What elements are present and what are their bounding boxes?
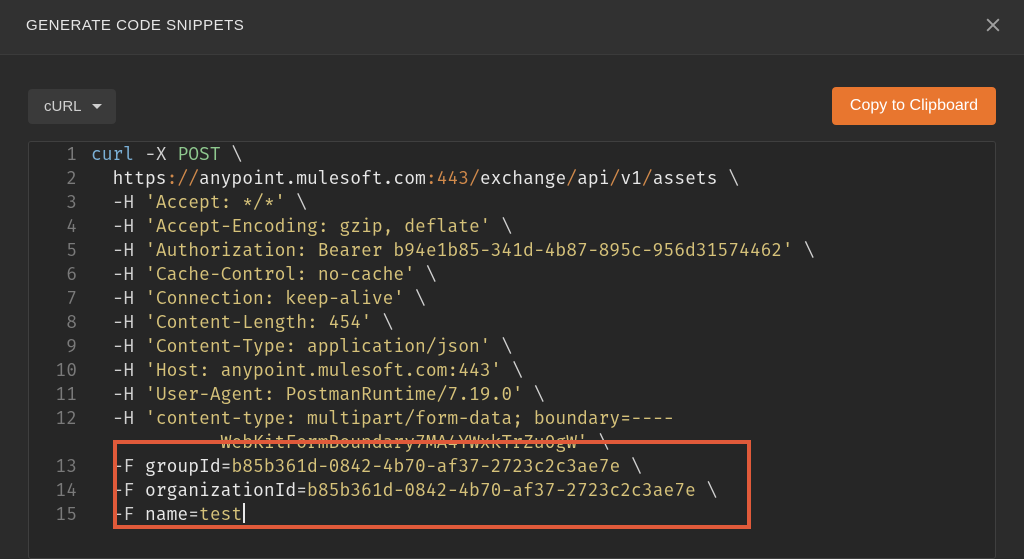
code-line: 8 -H 'Content-Length: 454' \ — [29, 310, 995, 334]
code-snippet-modal: GENERATE CODE SNIPPETS cURL Copy to Clip… — [0, 0, 1024, 559]
code-text: -H 'Connection: keep-alive' \ — [91, 286, 995, 310]
code-text: -H 'Cache-Control: no-cache' \ — [91, 262, 995, 286]
code-line: 10 -H 'Host: anypoint.mulesoft.com:443' … — [29, 358, 995, 382]
line-number: 9 — [29, 334, 91, 358]
modal-header: GENERATE CODE SNIPPETS — [0, 0, 1024, 55]
close-icon — [983, 15, 1003, 35]
modal-title: GENERATE CODE SNIPPETS — [26, 17, 244, 34]
code-editor[interactable]: 1curl -X POST \2 https://anypoint.muleso… — [28, 141, 996, 559]
code-text: https://anypoint.mulesoft.com:443/exchan… — [91, 166, 995, 190]
line-number: 12 — [29, 406, 91, 430]
code-text: -H 'User-Agent: PostmanRuntime/7.19.0' \ — [91, 382, 995, 406]
code-line: 1curl -X POST \ — [29, 142, 995, 166]
code-text: -H 'Accept: */*' \ — [91, 190, 995, 214]
chevron-down-icon — [92, 104, 102, 109]
close-button[interactable] — [982, 14, 1004, 36]
code-line: 14 -F organizationId=b85b361d-0842-4b70-… — [29, 478, 995, 502]
code-line: 3 -H 'Accept: */*' \ — [29, 190, 995, 214]
code-line: 11 -H 'User-Agent: PostmanRuntime/7.19.0… — [29, 382, 995, 406]
language-dropdown[interactable]: cURL — [28, 89, 116, 124]
line-number: 11 — [29, 382, 91, 406]
code-text: -H 'Authorization: Bearer b94e1b85-341d-… — [91, 238, 995, 262]
line-number: 14 — [29, 478, 91, 502]
code-text: -H 'Content-Length: 454' \ — [91, 310, 995, 334]
line-number: 6 — [29, 262, 91, 286]
code-line: 5 -H 'Authorization: Bearer b94e1b85-341… — [29, 238, 995, 262]
line-number: 3 — [29, 190, 91, 214]
code-text: -H 'Content-Type: application/json' \ — [91, 334, 995, 358]
line-number: 15 — [29, 502, 91, 526]
code-text: -F name=test — [91, 502, 995, 526]
code-text: -H 'Host: anypoint.mulesoft.com:443' \ — [91, 358, 995, 382]
line-number: 4 — [29, 214, 91, 238]
line-number: 10 — [29, 358, 91, 382]
code-line: WebKitFormBoundary7MA4YWxkTrZu0gW' \ — [29, 430, 995, 454]
copy-button-label: Copy to Clipboard — [850, 97, 978, 114]
code-content: 1curl -X POST \2 https://anypoint.muleso… — [29, 142, 995, 536]
code-text: -H 'Accept-Encoding: gzip, deflate' \ — [91, 214, 995, 238]
line-number: 8 — [29, 310, 91, 334]
modal-toolbar: cURL Copy to Clipboard — [0, 55, 1024, 141]
line-number: 5 — [29, 238, 91, 262]
code-line: 9 -H 'Content-Type: application/json' \ — [29, 334, 995, 358]
code-line: 13 -F groupId=b85b361d-0842-4b70-af37-27… — [29, 454, 995, 478]
code-text: -H 'content-type: multipart/form-data; b… — [91, 406, 995, 430]
code-text: -F groupId=b85b361d-0842-4b70-af37-2723c… — [91, 454, 995, 478]
code-line: 15 -F name=test — [29, 502, 995, 526]
code-line: 7 -H 'Connection: keep-alive' \ — [29, 286, 995, 310]
code-text: WebKitFormBoundary7MA4YWxkTrZu0gW' \ — [91, 430, 995, 454]
line-number: 13 — [29, 454, 91, 478]
code-line: 12 -H 'content-type: multipart/form-data… — [29, 406, 995, 430]
line-number: 2 — [29, 166, 91, 190]
code-line: 6 -H 'Cache-Control: no-cache' \ — [29, 262, 995, 286]
code-line: 2 https://anypoint.mulesoft.com:443/exch… — [29, 166, 995, 190]
line-number: 7 — [29, 286, 91, 310]
line-number: 1 — [29, 142, 91, 166]
code-text: -F organizationId=b85b361d-0842-4b70-af3… — [91, 478, 995, 502]
copy-to-clipboard-button[interactable]: Copy to Clipboard — [832, 87, 996, 125]
language-dropdown-label: cURL — [44, 98, 82, 115]
code-text: curl -X POST \ — [91, 142, 995, 166]
code-line: 4 -H 'Accept-Encoding: gzip, deflate' \ — [29, 214, 995, 238]
